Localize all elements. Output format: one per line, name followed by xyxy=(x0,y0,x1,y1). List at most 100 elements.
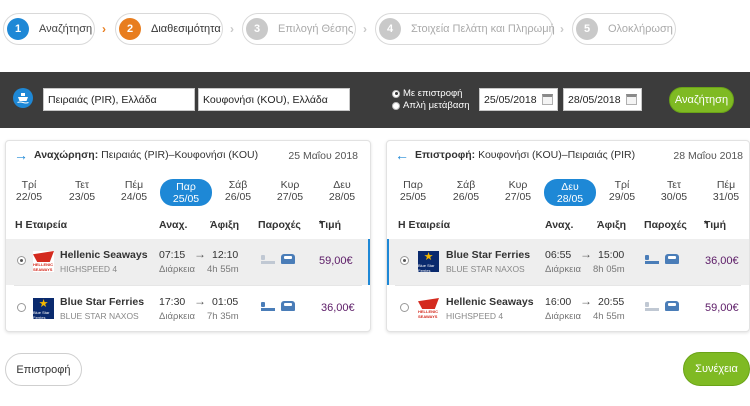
destination-input[interactable]: Κουφονήσι (KOU), Ελλάδα xyxy=(198,88,350,111)
calendar-icon[interactable] xyxy=(542,94,553,105)
select-radio[interactable] xyxy=(17,303,26,312)
arrow-right-icon: → xyxy=(194,247,206,261)
radio-circle[interactable] xyxy=(392,101,400,110)
chevron-right-icon: › xyxy=(560,22,564,36)
duration-value: 4h 55m xyxy=(593,311,625,322)
day-tab[interactable]: Τρί 29/05 xyxy=(596,179,648,203)
bed-icon xyxy=(261,301,275,311)
company-name: Hellenic Seaways xyxy=(446,296,534,308)
col-amenities: Παροχές xyxy=(644,219,687,231)
company-name: Blue Star Ferries xyxy=(60,296,145,308)
step-label: Ολοκλήρωση xyxy=(608,23,673,35)
arrival-time: 01:05 xyxy=(212,296,239,308)
step-number: 2 xyxy=(119,18,141,40)
arrow-left-icon: ← xyxy=(395,147,409,163)
calendar-icon[interactable] xyxy=(626,94,637,105)
amenities xyxy=(645,301,679,311)
search-button[interactable]: Αναζήτηση xyxy=(669,87,734,113)
day-tab[interactable]: Κυρ 27/05 xyxy=(264,179,316,203)
arrival-time: 12:10 xyxy=(212,249,239,261)
arrow-right-icon: → xyxy=(580,247,592,261)
step-label: Αναζήτηση xyxy=(39,23,93,35)
chevron-right-icon: › xyxy=(363,22,367,36)
departure-time: 06:55 xyxy=(545,249,572,261)
day-tab[interactable]: Δευ 28/05 xyxy=(316,179,368,203)
day-tab[interactable]: Τρί 22/05 xyxy=(6,179,55,203)
arrow-right-icon: → xyxy=(580,294,592,308)
inbound-panel: ← Επιστροφή: Κουφονήσι (KOU)–Πειραιάς (P… xyxy=(386,140,750,332)
col-amenities: Παροχές xyxy=(258,219,301,231)
select-radio[interactable] xyxy=(400,303,409,312)
radio-oneway[interactable]: Απλή μετάβαση xyxy=(392,100,470,111)
car-icon xyxy=(281,301,295,311)
day-tab[interactable]: Σάβ 26/05 xyxy=(440,179,492,203)
price: 59,00€ xyxy=(319,255,353,267)
step-search[interactable]: 1 Αναζήτηση xyxy=(3,13,95,45)
day-tab-selected[interactable]: Παρ 25/05 xyxy=(160,179,212,206)
depart-date-value: 25/05/2018 xyxy=(484,93,537,106)
duration-label: Διάρκεια xyxy=(159,264,195,275)
radio-return-label: Με επιστροφή xyxy=(403,88,463,99)
panel-header: ← Επιστροφή: Κουφονήσι (KOU)–Πειραιάς (P… xyxy=(387,141,749,169)
company-name: Blue Star Ferries xyxy=(446,249,531,261)
departure-time: 16:00 xyxy=(545,296,572,308)
table-row[interactable]: HELLENIC SEAWAYS Hellenic Seaways HIGHSP… xyxy=(6,239,370,285)
panel-title: Επιστροφή: Κουφονήσι (KOU)–Πειραιάς (PIR… xyxy=(415,149,636,161)
step-number: 5 xyxy=(576,18,598,40)
table-row[interactable]: ★ Blue Star Ferries Blue Star Ferries BLU… xyxy=(6,286,370,331)
step-number: 4 xyxy=(379,18,401,40)
col-company: Η Εταιρεία xyxy=(15,219,68,231)
step-availability: 2 Διαθεσιμότητα xyxy=(115,13,223,45)
outbound-panel: → Αναχώρηση: Πειραιάς (PIR)–Κουφονήσι (K… xyxy=(5,140,371,332)
ship-name: BLUE STAR NAXOS xyxy=(446,264,525,274)
ship-name: HIGHSPEED 4 xyxy=(446,311,504,321)
day-tab[interactable]: Τετ 30/05 xyxy=(648,179,700,203)
day-tab[interactable]: Σάβ 26/05 xyxy=(212,179,264,203)
depart-date-input[interactable]: 25/05/2018 xyxy=(479,88,558,111)
car-icon xyxy=(665,301,679,311)
col-price: Τιμή * xyxy=(319,219,341,231)
radio-return[interactable]: Με επιστροφή xyxy=(392,88,462,99)
step-label: Διαθεσιμότητα xyxy=(151,23,221,35)
bed-icon xyxy=(261,254,275,264)
amenities xyxy=(645,254,679,264)
origin-input[interactable]: Πειραιάς (PIR), Ελλάδα xyxy=(43,88,195,111)
col-arrival: Άφιξη xyxy=(210,219,240,231)
duration-label: Διάρκεια xyxy=(545,264,581,275)
progress-steps: 1 Αναζήτηση › 2 Διαθεσιμότητα › 3 Επιλογ… xyxy=(0,13,750,47)
continue-button[interactable]: Συνέχεια xyxy=(683,352,750,386)
day-tab[interactable]: Πέμ 31/05 xyxy=(700,179,749,203)
table-row[interactable]: ★ Blue Star Ferries Blue Star Ferries BLU… xyxy=(387,239,749,285)
radio-circle[interactable] xyxy=(392,89,400,98)
price: 36,00€ xyxy=(705,255,739,267)
select-radio[interactable] xyxy=(17,256,26,265)
duration-label: Διάρκεια xyxy=(159,311,195,322)
back-button[interactable]: Επιστροφή xyxy=(5,353,82,386)
hellenic-seaways-logo: HELLENIC SEAWAYS xyxy=(418,298,439,319)
step-label: Στοιχεία Πελάτη και Πληρωμή xyxy=(411,23,555,35)
day-tab[interactable]: Παρ 25/05 xyxy=(387,179,439,203)
car-icon xyxy=(665,254,679,264)
amenities xyxy=(261,254,295,264)
chevron-right-icon: › xyxy=(230,22,234,36)
table-row[interactable]: HELLENIC SEAWAYS Hellenic Seaways HIGHSP… xyxy=(387,286,749,331)
arrow-right-icon: → xyxy=(194,294,206,308)
chevron-right-icon: › xyxy=(102,22,106,36)
col-price: Τιμή * xyxy=(704,219,726,231)
return-date-input[interactable]: 28/05/2018 xyxy=(563,88,642,111)
panel-date: 25 Μαΐου 2018 xyxy=(288,150,358,162)
col-arrival: Άφιξη xyxy=(597,219,627,231)
table-header: Η Εταιρεία Αναχ. Άφιξη Παροχές Τιμή * xyxy=(6,219,370,237)
ship-name: BLUE STAR NAXOS xyxy=(60,311,139,321)
day-tab[interactable]: Κυρ 27/05 xyxy=(492,179,544,203)
departure-time: 07:15 xyxy=(159,249,186,261)
col-departure: Αναχ. xyxy=(545,219,574,231)
day-tab[interactable]: Τετ 23/05 xyxy=(56,179,108,203)
day-tab-selected[interactable]: Δευ 28/05 xyxy=(544,179,596,206)
day-tab[interactable]: Πέμ 24/05 xyxy=(108,179,160,203)
panel-date: 28 Μαΐου 2018 xyxy=(673,150,743,162)
blue-star-ferries-logo: ★ Blue Star Ferries xyxy=(33,298,54,320)
price: 36,00€ xyxy=(321,302,355,314)
amenities xyxy=(261,301,295,311)
select-radio[interactable] xyxy=(400,256,409,265)
